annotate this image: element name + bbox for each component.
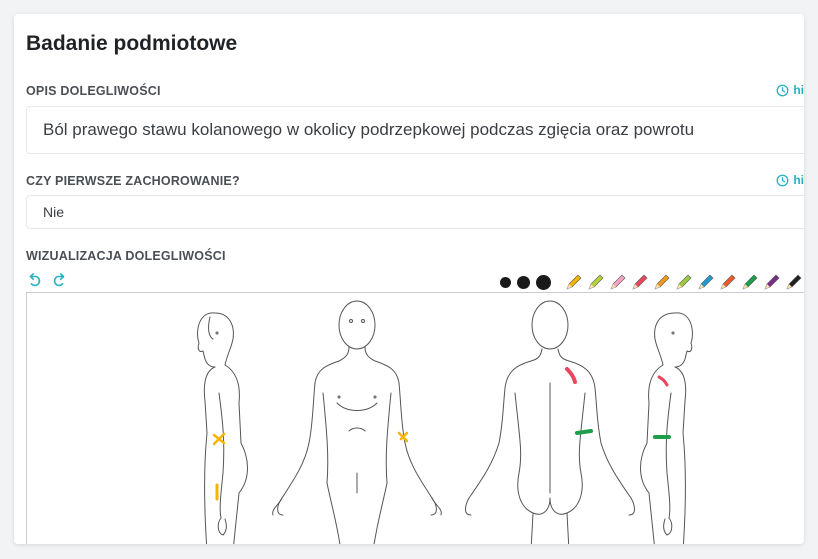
first-illness-label: CZY PIERWSZE ZACHOROWANIE? <box>26 174 240 188</box>
pen-color-button[interactable] <box>563 272 585 292</box>
pen-color-button[interactable] <box>673 272 695 292</box>
pen-color-button[interactable] <box>629 272 651 292</box>
body-outline-figures <box>197 300 693 544</box>
pain-mark-arm-back <box>575 429 593 435</box>
subjective-examination-card: Badanie podmiotowe OPIS DOLEGLIWOŚCI hi … <box>14 14 804 544</box>
body-figure-front <box>272 300 442 544</box>
drawing-palette <box>500 272 804 292</box>
pain-mark-elbow-front <box>397 431 409 443</box>
section-title: Badanie podmiotowe <box>26 32 238 55</box>
brush-size-large-button[interactable] <box>536 274 551 290</box>
pain-drawing-canvas[interactable] <box>26 292 804 544</box>
undo-icon[interactable] <box>26 272 44 290</box>
brush-size-small-button[interactable] <box>500 276 511 288</box>
redo-icon[interactable] <box>50 272 68 290</box>
first-illness-history-link[interactable]: hi <box>776 173 804 187</box>
pain-marks <box>212 367 671 501</box>
history-toolbar <box>26 272 68 290</box>
pen-color-button[interactable] <box>651 272 673 292</box>
pen-color-button[interactable] <box>761 272 783 292</box>
pen-color-button[interactable] <box>585 272 607 292</box>
pen-color-button[interactable] <box>695 272 717 292</box>
first-illness-history-label: hi <box>793 173 804 187</box>
body-figure-side-right <box>640 312 693 544</box>
complaint-description-value: Ból prawego stawu kolanowego w okolicy p… <box>43 120 695 139</box>
brush-size-medium-button[interactable] <box>517 275 530 289</box>
complaint-history-link[interactable]: hi <box>776 83 804 97</box>
clock-icon <box>776 84 789 96</box>
pen-color-button[interactable] <box>783 272 804 292</box>
pain-mark-shoulder-side <box>657 375 669 387</box>
pen-color-button[interactable] <box>717 272 739 292</box>
pen-color-button[interactable] <box>607 272 629 292</box>
clock-icon <box>776 174 789 186</box>
first-illness-field[interactable]: Nie <box>26 195 804 229</box>
pen-color-button[interactable] <box>739 272 761 292</box>
complaint-label: OPIS DOLEGLIWOŚCI <box>26 84 161 98</box>
pain-mark-knee-side <box>212 432 226 446</box>
complaint-history-label: hi <box>793 83 804 97</box>
complaint-description-field[interactable]: Ból prawego stawu kolanowego w okolicy p… <box>26 106 804 154</box>
body-figure-back <box>465 300 635 544</box>
first-illness-value: Nie <box>43 204 65 220</box>
visualization-label: WIZUALIZACJA DOLEGLIWOŚCI <box>26 249 226 263</box>
pain-mark-shoulder-back <box>565 367 577 384</box>
body-figure-side-left <box>197 312 248 544</box>
pen-color-list <box>563 272 804 292</box>
